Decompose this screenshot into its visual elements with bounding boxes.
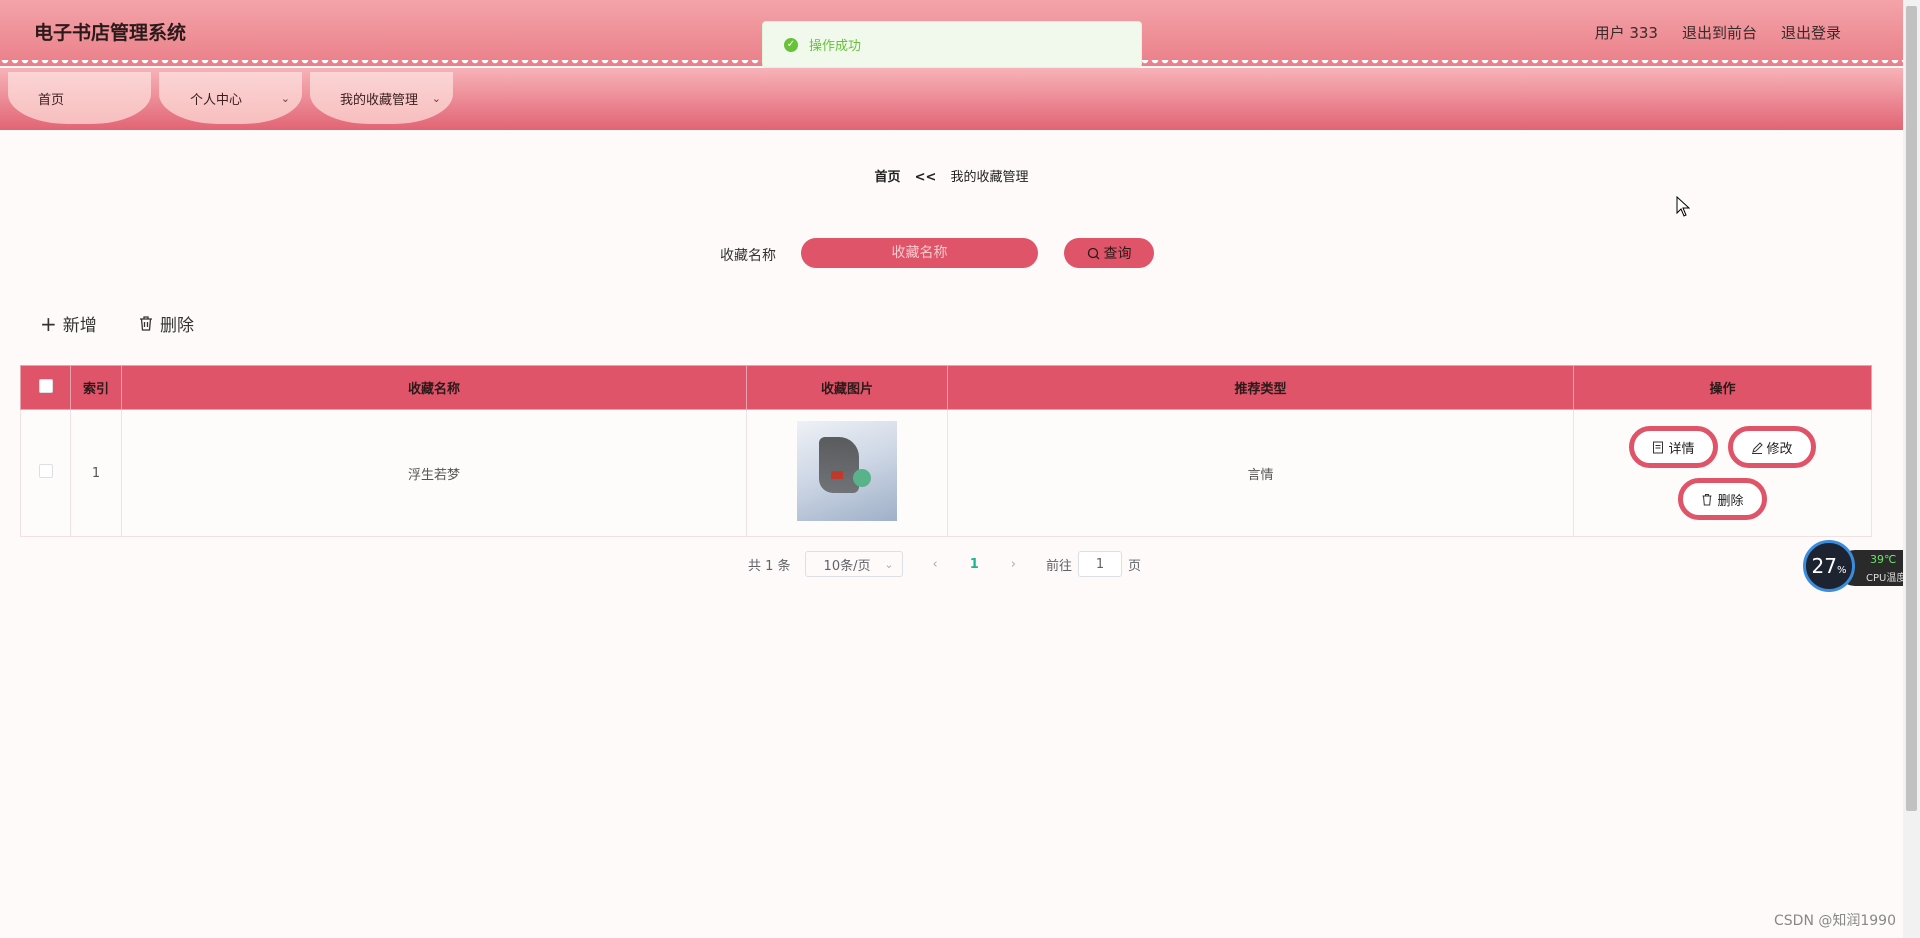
- trash-icon: [1702, 493, 1712, 505]
- col-index: 索引: [70, 365, 122, 410]
- row-actions-cell: 详情 修改 删除: [1573, 409, 1872, 537]
- row-select-cell: [20, 409, 71, 537]
- watermark: CSDN @知润1990: [1774, 913, 1896, 929]
- scrollbar-thumb[interactable]: [1906, 6, 1917, 811]
- add-button[interactable]: + 新增: [40, 311, 97, 337]
- back-to-front-link[interactable]: 退出到前台: [1682, 22, 1757, 43]
- pagination-total: 共 1 条: [748, 558, 791, 574]
- batch-delete-button[interactable]: 删除: [138, 311, 194, 336]
- search-input[interactable]: [801, 238, 1038, 268]
- breadcrumb-home[interactable]: 首页: [874, 170, 900, 185]
- edit-icon: [1751, 441, 1763, 454]
- goto-label: 前往: [1046, 558, 1073, 574]
- row-type: 言情: [947, 409, 1574, 537]
- vertical-scrollbar[interactable]: [1903, 0, 1920, 938]
- row-index: 1: [70, 409, 122, 537]
- nav-item-home[interactable]: 首页: [8, 72, 151, 124]
- row-name: 浮生若梦: [121, 409, 747, 537]
- trash-icon: [140, 316, 152, 331]
- cpu-percent: 27%: [1803, 540, 1855, 592]
- row-delete-button-label: 删除: [1717, 493, 1744, 509]
- document-icon: [1653, 441, 1664, 453]
- col-type: 推荐类型: [947, 365, 1574, 410]
- nav-item-favorites[interactable]: 我的收藏管理 ⌄: [310, 72, 453, 124]
- nav-item-personal-center[interactable]: 个人中心 ⌄: [159, 72, 302, 124]
- detail-button-label: 详情: [1668, 441, 1695, 457]
- search-icon: [1087, 247, 1099, 259]
- mouse-cursor-icon: [1676, 196, 1690, 217]
- nav-item-label: 我的收藏管理: [340, 92, 419, 108]
- table-header-row: 索引 收藏名称 收藏图片 推荐类型 操作: [20, 365, 1872, 410]
- search-label: 收藏名称: [720, 248, 776, 264]
- row-checkbox[interactable]: [38, 464, 53, 478]
- app-title: 电子书店管理系统: [34, 22, 187, 44]
- page-size-select[interactable]: 10条/页 ⌄: [804, 551, 903, 577]
- plus-icon: +: [40, 311, 57, 336]
- book-cover-image: [797, 421, 897, 521]
- page-size-value: 10条/页: [823, 558, 871, 574]
- chevron-down-icon: ⌄: [431, 92, 441, 105]
- row-image-cell: [746, 409, 948, 537]
- favorites-table: 索引 收藏名称 收藏图片 推荐类型 操作 1 浮生若梦 言情 详情 修改 删除: [20, 365, 1872, 537]
- top-links: 用户 333 退出到前台 退出登录: [1595, 22, 1841, 43]
- chevron-down-icon: ⌄: [884, 557, 894, 571]
- success-toast: ✓ 操作成功: [762, 21, 1142, 68]
- select-all-cell: [20, 365, 71, 410]
- cpu-label: CPU温度: [1866, 573, 1907, 584]
- batch-delete-label: 删除: [160, 316, 194, 336]
- edit-button-label: 修改: [1766, 441, 1793, 457]
- main-nav: 首页 个人中心 ⌄ 我的收藏管理 ⌄: [0, 68, 1903, 130]
- toast-message: 操作成功: [809, 39, 862, 54]
- user-name[interactable]: 用户 333: [1595, 22, 1658, 43]
- table-row: 1 浮生若梦 言情 详情 修改 删除: [20, 409, 1872, 537]
- breadcrumb-current: 我的收藏管理: [950, 170, 1029, 185]
- add-button-label: 新增: [62, 316, 97, 336]
- col-image: 收藏图片: [746, 365, 948, 410]
- select-all-checkbox[interactable]: [38, 378, 53, 393]
- check-circle-icon: ✓: [784, 37, 798, 52]
- pagination: 共 1 条 10条/页 ⌄ ‹ 1 › 前往 页: [748, 551, 1141, 577]
- nav-item-label: 个人中心: [190, 92, 243, 108]
- prev-page-button[interactable]: ‹: [933, 557, 938, 572]
- nav-item-label: 首页: [38, 92, 65, 108]
- breadcrumb: 首页 << 我的收藏管理: [0, 166, 1903, 185]
- cpu-temperature: 39℃: [1870, 553, 1897, 566]
- detail-button[interactable]: 详情: [1629, 426, 1718, 468]
- search-button[interactable]: 查询: [1064, 238, 1154, 268]
- col-name: 收藏名称: [121, 365, 747, 410]
- chevron-down-icon: ⌄: [280, 92, 290, 105]
- page-suffix: 页: [1128, 558, 1142, 574]
- logout-link[interactable]: 退出登录: [1781, 22, 1841, 43]
- page: 电子书店管理系统 用户 333 退出到前台 退出登录 首页 个人中心 ⌄ 我的收…: [0, 0, 1920, 938]
- search-button-label: 查询: [1103, 246, 1132, 262]
- edit-button[interactable]: 修改: [1727, 426, 1816, 468]
- current-page-number[interactable]: 1: [970, 557, 979, 572]
- row-delete-button[interactable]: 删除: [1678, 478, 1767, 520]
- goto-page-input[interactable]: [1078, 551, 1123, 577]
- next-page-button[interactable]: ›: [1011, 557, 1016, 572]
- col-actions: 操作: [1573, 365, 1872, 410]
- breadcrumb-separator: <<: [914, 170, 937, 185]
